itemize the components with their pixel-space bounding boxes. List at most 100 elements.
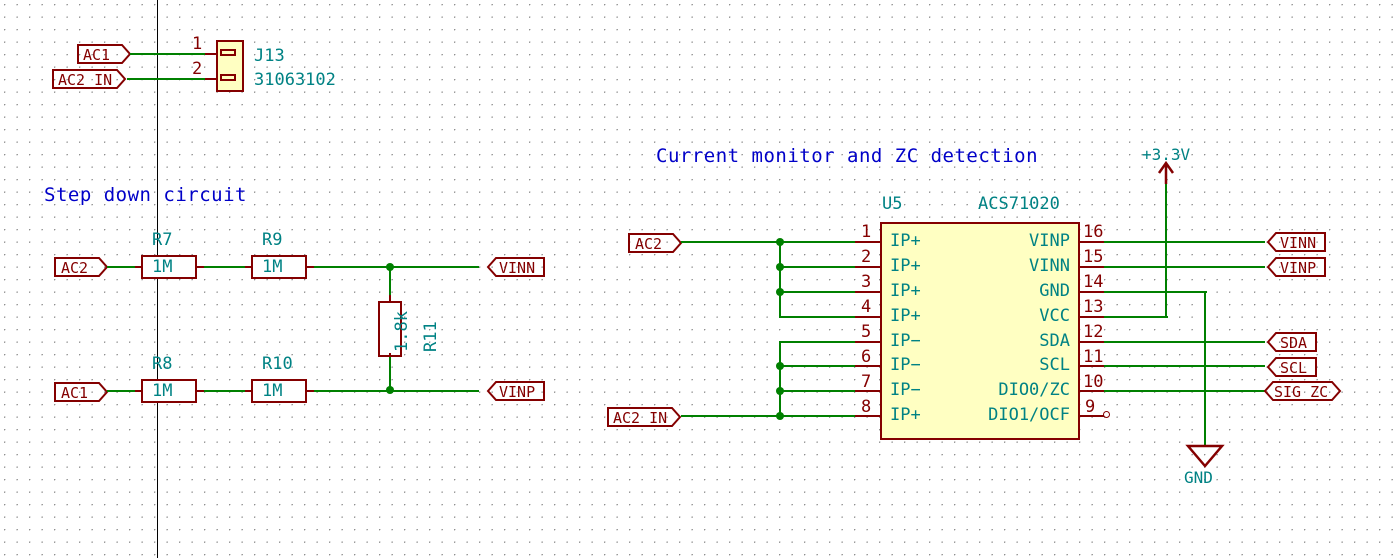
ic-pin-1-number: 1: [861, 222, 872, 242]
j13-pin-2-pad: [220, 74, 236, 81]
ic-pin-16-name: VINP: [1029, 231, 1070, 251]
junction-ac2-pin2: [776, 263, 784, 271]
global-label-sda-text: SDA: [1280, 334, 1308, 352]
ic-pin-10-number: 10: [1083, 372, 1104, 392]
wire-pin13-to-vcc: [1104, 316, 1168, 318]
wire-ac2-to-pin4: [779, 316, 855, 318]
section-title-current-monitor: Current monitor and ZC detection: [656, 145, 1039, 167]
global-label-sigzc-text: SIG_ZC: [1274, 383, 1329, 401]
resistor-r9-value: 1M: [262, 257, 283, 277]
wire-ac2in-bus-vertical: [779, 341, 781, 417]
ic-pin-11-name: SCL: [1039, 355, 1070, 375]
resistor-r9-ref: R9: [262, 230, 283, 250]
global-label-vinn-stepdown-text: VINN: [499, 259, 536, 277]
j13-pin-1-pad: [220, 49, 236, 56]
connector-j13-ref: J13: [254, 46, 285, 66]
ic-pin-3-name: IP+: [890, 281, 921, 301]
ic-pin-12-number: 12: [1083, 322, 1104, 342]
sheet-edge-line: [157, 0, 158, 558]
ic-pin-8-number: 8: [861, 397, 872, 417]
wire-gnd-vertical: [1204, 291, 1206, 447]
ic-pin-4-number: 4: [861, 297, 872, 317]
ic-pin-7-number: 7: [861, 372, 872, 392]
global-label-ac2-stepdown-text: AC2: [61, 259, 89, 277]
ic-pin-13-number: 13: [1083, 297, 1104, 317]
connector-j13-value: 31063102: [254, 70, 336, 90]
ic-pin-8-name: IP+: [890, 405, 921, 425]
wire-ac2-to-pin3: [779, 291, 855, 293]
ic-pin-13-name: VCC: [1039, 306, 1070, 326]
resistor-r10-ref: R10: [262, 354, 293, 374]
ic-pin-16-number: 16: [1083, 222, 1104, 242]
j13-pin-2-number: 2: [192, 59, 203, 79]
ic-pin-12-name: SDA: [1039, 331, 1070, 351]
ic-pin-14-number: 14: [1083, 272, 1104, 292]
wire-pin15-to-vinp: [1104, 266, 1265, 268]
ground-label: GND: [1184, 468, 1213, 487]
junction-ac2in-pin7: [776, 387, 784, 395]
wire-ac2in-to-pin8: [681, 415, 855, 417]
ic-pin-11-number: 11: [1083, 347, 1104, 367]
junction-ac2in-pin8: [776, 412, 784, 420]
wire-pin11-to-scl: [1104, 365, 1265, 367]
ic-pin-10-name: DIO0/ZC: [998, 380, 1070, 400]
wire-pin14-to-gnd: [1104, 291, 1207, 293]
wire-ac2in-to-pin6: [779, 365, 855, 367]
wire-r11-to-vinp: [389, 357, 391, 391]
ic-pin-15-name: VINN: [1029, 256, 1070, 276]
ic-pin-2-name: IP+: [890, 256, 921, 276]
ic-u5-ref: U5: [882, 194, 903, 214]
resistor-r8-ref: R8: [152, 354, 173, 374]
resistor-r7-value: 1M: [152, 257, 173, 277]
ic-pin-15-number: 15: [1083, 247, 1104, 267]
wire-pin16-to-vinn: [1104, 241, 1265, 243]
junction-ac2in-pin6: [776, 362, 784, 370]
wire-r10-to-vinp: [314, 390, 479, 392]
resistor-r7-ref: R7: [152, 230, 173, 250]
schematic-sheet: Step down circuit Current monitor and ZC…: [0, 0, 1400, 558]
wire-pin12-to-sda: [1104, 341, 1265, 343]
junction-ac2-pin1: [776, 238, 784, 246]
global-label-vinp-ic-text: VINP: [1280, 259, 1317, 277]
ic-pin-6-name: IP−: [890, 355, 921, 375]
global-label-ac1-stepdown-text: AC1: [61, 384, 89, 402]
junction-ac2-pin3: [776, 288, 784, 296]
ic-pin-9-number: 9: [1085, 397, 1096, 417]
resistor-r11-ref: R11: [421, 321, 441, 352]
global-label-ac1-text: AC1: [83, 46, 111, 64]
ic-pin-3-number: 3: [861, 272, 872, 292]
wire-r9-to-vinn: [314, 266, 479, 268]
global-label-ac2in-ic-text: AC2_IN: [613, 409, 668, 427]
wire-ac2-bus-vertical: [779, 241, 781, 317]
wire-ac2in-to-pin7: [779, 390, 855, 392]
connector-j13-body[interactable]: [216, 40, 244, 92]
wire-vcc-vertical: [1165, 172, 1167, 318]
ic-pin-2-number: 2: [861, 247, 872, 267]
wire-pin10-to-sigzc: [1104, 390, 1265, 392]
ic-pin-1-name: IP+: [890, 231, 921, 251]
wire-ac2-to-pin2: [779, 266, 855, 268]
ic-pin-6-number: 6: [861, 347, 872, 367]
resistor-r11-value: 1.8k: [392, 311, 412, 352]
j13-pin-1-number: 1: [192, 34, 203, 54]
resistor-r8-value: 1M: [152, 381, 173, 401]
ic-pin-5-name: IP−: [890, 331, 921, 351]
global-label-ac2-ic-text: AC2: [635, 235, 663, 253]
ic-pin-5-number: 5: [861, 322, 872, 342]
ic-pin-9-name: DIO1/OCF: [988, 405, 1070, 425]
ic-pin-7-name: IP−: [890, 380, 921, 400]
section-title-step-down: Step down circuit: [44, 184, 247, 206]
ground-symbol-icon: [1185, 444, 1225, 468]
global-label-ac2in-text: AC2_IN: [58, 71, 113, 89]
global-label-vinp-stepdown-text: VINP: [499, 383, 536, 401]
wire-ac2in-to-pin5: [779, 341, 855, 343]
ic-u5-value: ACS71020: [978, 194, 1060, 214]
global-label-vinn-ic-text: VINN: [1280, 234, 1317, 252]
resistor-r10-value: 1M: [262, 381, 283, 401]
ic-pin-4-name: IP+: [890, 306, 921, 326]
global-label-scl-text: SCL: [1280, 359, 1308, 377]
no-connect-marker-pin9: [1103, 411, 1110, 418]
wire-ac2-to-pin1: [681, 241, 855, 243]
power-rail-label: +3.3V: [1142, 145, 1191, 164]
ic-pin-14-name: GND: [1039, 281, 1070, 301]
